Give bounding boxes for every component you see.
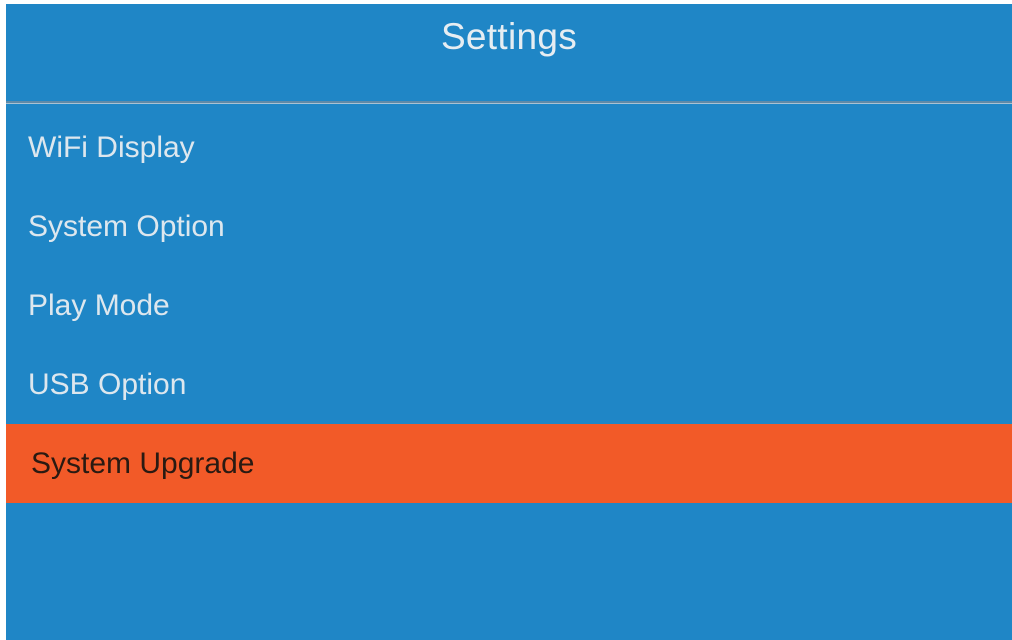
header: Settings [6, 4, 1012, 101]
menu-item-system-option[interactable]: System Option [6, 187, 1012, 266]
menu-item-wifi-display[interactable]: WiFi Display [6, 108, 1012, 187]
page-title: Settings [440, 16, 578, 57]
menu-item-play-mode[interactable]: Play Mode [6, 266, 1012, 345]
settings-screen: Settings WiFi Display System Option Play… [6, 4, 1012, 640]
settings-menu: WiFi Display System Option Play Mode USB… [6, 108, 1012, 503]
menu-item-usb-option[interactable]: USB Option [6, 345, 1012, 424]
menu-item-system-upgrade[interactable]: System Upgrade [6, 424, 1012, 503]
header-divider [6, 101, 1012, 104]
